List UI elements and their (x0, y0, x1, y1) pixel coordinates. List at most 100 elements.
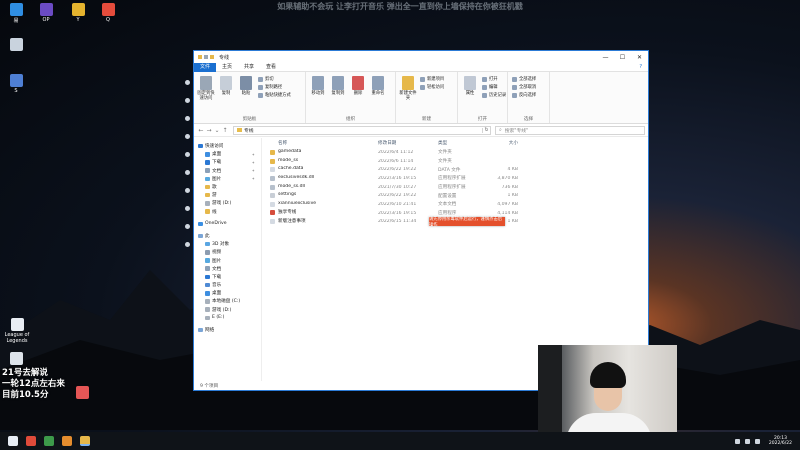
nav-item[interactable]: 文档 ✦ (194, 167, 261, 175)
nav-item[interactable]: 下载 (194, 273, 261, 281)
ribbon-button[interactable]: 固定到快速访问 (196, 74, 216, 115)
ribbon-button[interactable]: 移动到 (308, 74, 328, 115)
recycle-bin-shortcut[interactable] (4, 38, 28, 52)
nav-item[interactable]: 网络 (194, 326, 261, 334)
quick-access-save-icon[interactable] (204, 55, 208, 59)
windows-start-icon[interactable] (8, 436, 18, 446)
nav-item[interactable]: 图片 (194, 256, 261, 264)
ribbon-small-button[interactable]: 全部取消 (512, 83, 536, 91)
ribbon-button[interactable]: 新建文件夹 (398, 74, 418, 115)
address-bar[interactable]: 专线 ↻ (233, 125, 491, 135)
league-of-legends-label: League of Legends (4, 332, 30, 344)
column-type[interactable]: 类型 (438, 140, 488, 146)
recent-dropdown-button[interactable]: ⌄ (213, 127, 221, 134)
app-op-shortcut[interactable]: OP (34, 3, 58, 23)
tab-share[interactable]: 共享 (238, 63, 260, 72)
nav-item[interactable]: 文档 (194, 265, 261, 273)
ribbon-button[interactable]: 复制到 (328, 74, 348, 115)
help-icon[interactable]: ? (633, 63, 648, 72)
nav-item[interactable]: 下载 ✦ (194, 158, 261, 166)
nav-item[interactable]: 视频 (194, 248, 261, 256)
app-icon-yellow (71, 3, 85, 16)
ribbon-small-button[interactable]: 反向选择 (512, 91, 536, 99)
file-row[interactable]: mode_ss 2022/6/6 11:14 文件夹 (270, 157, 648, 166)
nav-item[interactable]: 音乐 (194, 281, 261, 289)
app-blue-shortcut[interactable]: 易 (4, 3, 28, 24)
file-size: 4 KB (507, 167, 518, 173)
nav-item[interactable]: 游戏 (D:) (194, 306, 261, 314)
app-qq-shortcut[interactable]: Q (96, 3, 120, 23)
column-date[interactable]: 修改日期 (378, 140, 438, 146)
nav-item[interactable]: 桌面 ✦ (194, 150, 261, 158)
nav-item[interactable]: 游 (194, 191, 261, 199)
file-row[interactable]: settings 2022/6/22 19:22 配置设置 1 KB (270, 191, 648, 200)
league-of-legends-shortcut[interactable]: League of Legends (2, 318, 32, 344)
ribbon-small-button[interactable]: 历史记录 (482, 91, 506, 99)
ribbon-small-button[interactable]: 剪切 (258, 75, 291, 83)
search-box[interactable]: ⌕ 搜索"专线" (495, 125, 645, 135)
ribbon-button[interactable]: 复制 (216, 74, 236, 115)
nav-item[interactable]: OneDrive (194, 220, 261, 228)
tab-view[interactable]: 查看 (260, 63, 282, 72)
nav-item[interactable]: E (E:) (194, 314, 261, 322)
app-icon-orange[interactable] (62, 436, 72, 446)
quick-access-folder-icon[interactable] (210, 55, 214, 59)
ribbon-small-label: 打开 (489, 77, 498, 82)
file-type: DATA 文件 (438, 167, 461, 173)
back-button[interactable]: ← (197, 127, 205, 134)
ribbon-button[interactable]: 删除 (348, 74, 368, 115)
minimize-button[interactable]: — (597, 54, 614, 61)
ribbon-small-icon (420, 76, 425, 82)
ribbon-button-label: 粘贴 (241, 91, 251, 96)
title-bar: 专线 — ☐ ✕ (194, 51, 648, 63)
nav-item[interactable]: 3D 对象 (194, 240, 261, 248)
file-row[interactable]: cache.data 2022/6/22 19:22 DATA 文件 4 KB (270, 165, 648, 174)
nav-item[interactable]: 桌面 (194, 289, 261, 297)
ribbon-small-button[interactable]: 新建项目 (420, 75, 444, 83)
nav-item[interactable]: 游戏 (D:) (194, 199, 261, 207)
ribbon-small-button[interactable]: 编辑 (482, 83, 506, 91)
app-red-shortcut[interactable] (70, 386, 94, 400)
breadcrumb[interactable]: 专线 (244, 127, 254, 134)
nav-item[interactable]: 歌 (194, 183, 261, 191)
group-label: 剪贴板 (242, 117, 257, 122)
nav-item[interactable]: 图片 ✦ (194, 175, 261, 183)
ribbon-small-button[interactable]: 打开 (482, 75, 506, 83)
forward-button[interactable]: → (205, 127, 213, 134)
ribbon-small-button[interactable]: 轻松访问 (420, 83, 444, 91)
ribbon-small-button[interactable]: 全部选择 (512, 75, 536, 83)
nav-item[interactable]: 快速访问 (194, 142, 261, 150)
chrome-icon[interactable] (26, 436, 36, 446)
ribbon-button[interactable]: 重命名 (368, 74, 388, 115)
nav-item[interactable]: 本地磁盘 (C:) (194, 297, 261, 305)
file-shortcut[interactable] (4, 352, 28, 366)
volume-icon[interactable] (754, 438, 760, 444)
file-row[interactable]: xianniuexclusive 2022/6/10 21:41 文本文档 4,097… (270, 200, 648, 209)
ribbon-small-button[interactable]: 复制路径 (258, 83, 291, 91)
maximize-button[interactable]: ☐ (614, 54, 631, 61)
file-row[interactable]: exclusivesdk.dll 2022/3/16 19:15 应用程序扩展 3,8… (270, 174, 648, 183)
file-row[interactable]: gamedata 2022/6/4 11:12 文件夹 (270, 148, 648, 157)
nav-item[interactable]: 线 (194, 208, 261, 216)
file-row[interactable]: mode_ss.dll 2021/7/30 10:27 应用程序扩展 736 KB (270, 183, 648, 192)
network-icon[interactable] (744, 438, 750, 444)
up-button[interactable]: ↑ (221, 127, 229, 134)
tab-file[interactable]: 文件 (194, 62, 217, 72)
ribbon-small-button[interactable]: 粘贴快捷方式 (258, 91, 291, 99)
nav-item[interactable]: 此 (194, 232, 261, 240)
ribbon-button[interactable]: 属性 (460, 74, 480, 115)
tab-home[interactable]: 主页 (216, 63, 238, 72)
column-name[interactable]: 名称 (270, 140, 378, 146)
pin-icon: ✦ (251, 159, 255, 165)
app-yellow-shortcut[interactable]: Y (66, 3, 90, 23)
tray-arrow-icon[interactable] (734, 438, 740, 444)
dot-icon (185, 116, 190, 121)
chrome-icon-2[interactable] (44, 436, 54, 446)
system-clock[interactable]: 20:13 2022/6/22 (769, 436, 792, 446)
app-s-shortcut[interactable]: S (4, 74, 28, 94)
ribbon-button[interactable]: 粘贴 (236, 74, 256, 115)
refresh-button[interactable]: ↻ (482, 127, 490, 133)
close-button[interactable]: ✕ (631, 54, 648, 61)
file-explorer-icon[interactable] (80, 436, 90, 446)
column-size[interactable]: 大小 (488, 140, 518, 146)
